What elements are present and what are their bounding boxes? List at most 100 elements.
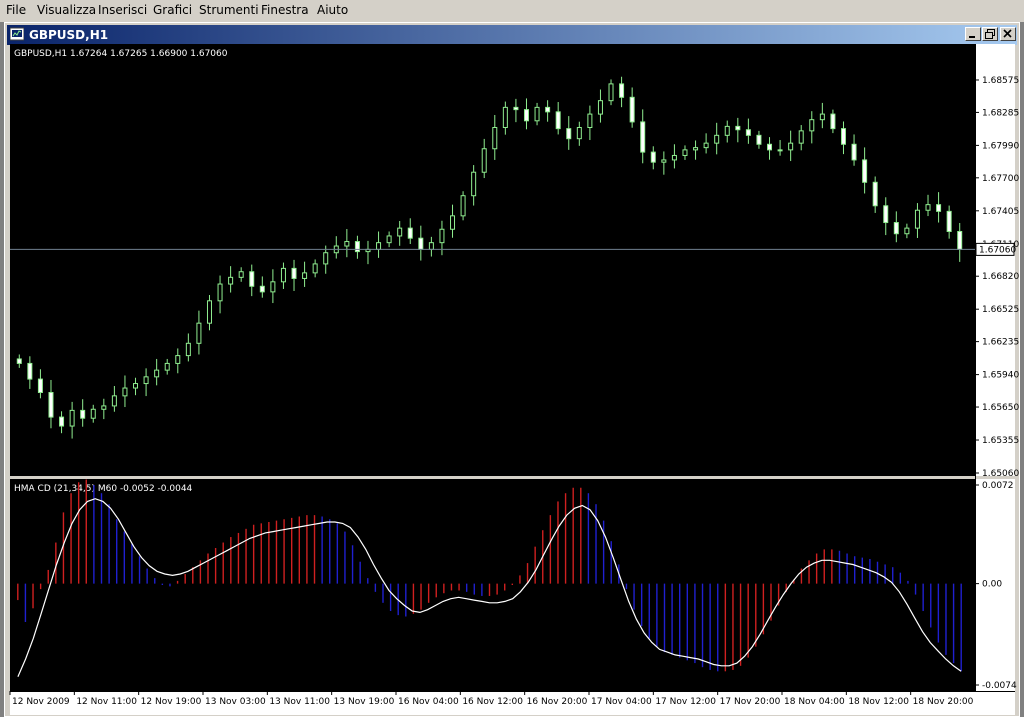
- price-tick-label: 1.65060: [982, 469, 1019, 479]
- time-tick-label: 13 Nov 19:00: [334, 697, 395, 707]
- candle-body: [418, 237, 424, 250]
- time-tick-label: 12 Nov 2009: [12, 697, 70, 707]
- price-tick-label: 1.65940: [982, 371, 1019, 381]
- candle-body: [830, 113, 836, 130]
- candle-body: [703, 142, 709, 149]
- indicator-info-label: HMA CD (21,34,5) M60 -0.0052 -0.0044: [14, 484, 193, 494]
- candle-body: [48, 391, 54, 418]
- time-tick-label: 12 Nov 19:00: [141, 697, 202, 707]
- price-tick-label: 1.68575: [982, 76, 1019, 86]
- candle-body: [523, 109, 529, 122]
- time-tick-label: 13 Nov 03:00: [205, 697, 266, 707]
- candle-body: [143, 376, 149, 385]
- candle-body: [450, 215, 456, 230]
- candle-body: [788, 142, 794, 151]
- candle-body: [862, 159, 868, 183]
- candle-body: [217, 283, 223, 302]
- candle-body: [545, 106, 551, 113]
- candle-body: [914, 209, 920, 229]
- candle-body: [534, 106, 540, 122]
- candle-body: [185, 342, 191, 357]
- price-tick-label: 1.65355: [982, 436, 1019, 446]
- candle-body: [154, 369, 160, 378]
- candle-body: [714, 134, 720, 144]
- time-tick-label: 18 Nov 20:00: [913, 697, 974, 707]
- chart-area: 1.685751.682851.679901.677001.674051.671…: [9, 44, 1019, 715]
- time-tick-label: 16 Nov 20:00: [527, 697, 588, 707]
- candle-body: [238, 271, 244, 278]
- price-tick-label: 1.67990: [982, 141, 1019, 151]
- candle-body: [661, 159, 667, 163]
- time-tick-label: 18 Nov 04:00: [784, 697, 845, 707]
- candle-body: [724, 125, 730, 136]
- candle-body: [460, 195, 466, 217]
- candle-body: [555, 111, 561, 130]
- price-tick-label: 1.66525: [982, 305, 1019, 315]
- price-panel: [10, 44, 975, 476]
- time-tick-label: 16 Nov 12:00: [462, 697, 523, 707]
- candle-body: [376, 242, 382, 250]
- candle-body: [608, 83, 614, 102]
- candle-body: [16, 358, 22, 364]
- candle-body: [481, 148, 487, 173]
- indicator-tick-label: -0.0074: [982, 681, 1017, 691]
- candle-body: [111, 395, 117, 407]
- candle-body: [640, 121, 646, 153]
- candle-body: [650, 151, 656, 163]
- time-tick-label: 17 Nov 12:00: [655, 697, 716, 707]
- candle-body: [777, 149, 783, 152]
- candle-body: [397, 227, 403, 237]
- candle-body: [196, 322, 202, 344]
- price-tick-label: 1.67700: [982, 174, 1019, 184]
- candle-body: [671, 154, 677, 161]
- price-tick-label: 1.66235: [982, 338, 1019, 348]
- candle-body: [566, 128, 572, 140]
- candle-body: [270, 281, 276, 293]
- candle-body: [101, 405, 107, 410]
- time-tick-label: 16 Nov 04:00: [398, 697, 459, 707]
- price-tick-label: 1.68285: [982, 108, 1019, 118]
- candle-body: [597, 100, 603, 115]
- candle-body: [682, 149, 688, 156]
- candle-body: [936, 204, 942, 212]
- candle-body: [576, 127, 582, 140]
- candle-body: [925, 204, 931, 211]
- candle-body: [587, 113, 593, 129]
- candle-body: [872, 181, 878, 207]
- candle-body: [90, 408, 96, 419]
- candle-body: [59, 416, 65, 427]
- candle-body: [164, 362, 170, 371]
- candle-body: [756, 134, 762, 145]
- candle-body: [228, 276, 234, 285]
- price-tick-label: 1.67405: [982, 207, 1019, 217]
- candle-body: [302, 272, 308, 279]
- candle-body: [80, 409, 86, 419]
- candle-body: [259, 285, 265, 293]
- candle-body: [735, 125, 741, 131]
- candle-body: [291, 267, 297, 279]
- candle-body: [904, 227, 910, 235]
- price-tick-label: 1.66820: [982, 272, 1019, 282]
- candle-body: [957, 230, 963, 250]
- candle-body: [386, 235, 392, 244]
- time-tick-label: 12 Nov 11:00: [76, 697, 137, 707]
- time-tick-label: 13 Nov 11:00: [269, 697, 330, 707]
- candle-body: [946, 210, 952, 232]
- time-tick-label: 17 Nov 04:00: [591, 697, 652, 707]
- indicator-tick-label: 0.0072: [982, 481, 1014, 491]
- price-info-label: GBPUSD,H1 1.67264 1.67265 1.66900 1.6706…: [14, 49, 228, 59]
- candle-body: [439, 228, 445, 244]
- time-tick-label: 18 Nov 12:00: [848, 697, 909, 707]
- candle-body: [840, 128, 846, 145]
- candle-body: [893, 222, 899, 235]
- candle-body: [767, 143, 773, 151]
- candle-body: [344, 241, 350, 247]
- indicator-panel: [10, 479, 975, 691]
- candle-body: [27, 362, 33, 380]
- candle-body: [745, 129, 751, 136]
- candle-body: [69, 409, 75, 427]
- candle-body: [502, 106, 508, 129]
- candle-body: [809, 119, 815, 132]
- price-tick-label: 1.65650: [982, 403, 1019, 413]
- candle-body: [428, 242, 434, 250]
